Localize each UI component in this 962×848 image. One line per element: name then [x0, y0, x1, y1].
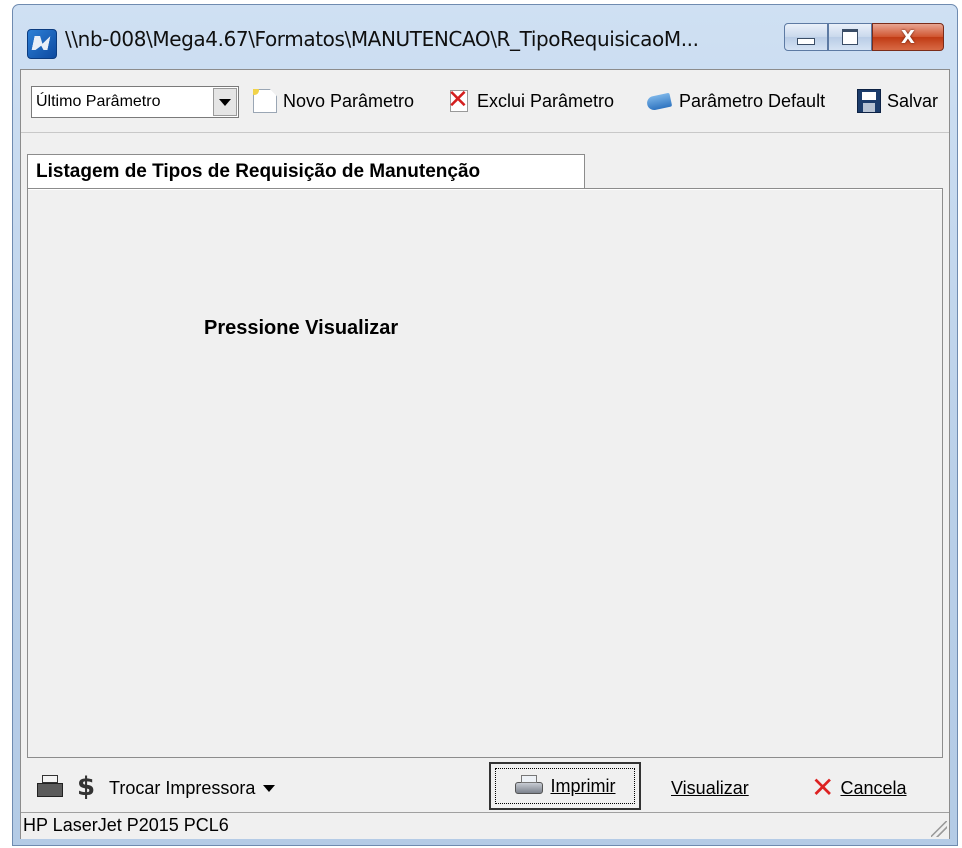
parameter-toolbar: Último Parâmetro Novo Parâmetro Exclui P…	[21, 70, 949, 133]
new-parameter-label: Novo Parâmetro	[283, 90, 415, 111]
minimize-icon	[797, 37, 815, 45]
maximize-button[interactable]	[828, 23, 872, 51]
new-document-icon	[253, 89, 277, 113]
printer-icon	[35, 775, 65, 801]
parameter-select[interactable]: Último Parâmetro	[31, 86, 239, 118]
tab-strip: Listagem de Tipos de Requisição de Manut…	[21, 132, 949, 188]
report-page: Pressione Visualizar	[27, 188, 943, 758]
floppy-disk-icon	[857, 89, 881, 113]
close-icon: X	[901, 26, 915, 48]
client-area: Último Parâmetro Novo Parâmetro Exclui P…	[20, 69, 950, 839]
preview-label: Visualizar	[671, 777, 749, 798]
delete-document-icon	[447, 85, 471, 115]
new-parameter-button[interactable]: Novo Parâmetro	[253, 86, 414, 116]
caption-buttons: X	[784, 19, 944, 51]
chevron-down-icon	[263, 784, 276, 792]
swap-printer-label: Trocar Impressora	[109, 777, 256, 798]
default-arrow-icon	[645, 89, 673, 113]
report-window: \\nb-008\Mega4.67\Formatos\MANUTENCAO\R_…	[12, 4, 958, 846]
app-logo-icon[interactable]	[27, 29, 57, 59]
parameter-select-dropdown-button[interactable]	[213, 88, 237, 116]
chevron-down-icon	[219, 98, 231, 106]
swap-printer-button[interactable]: Trocar Impressora	[77, 770, 276, 806]
status-bar: HP LaserJet P2015 PCL6	[21, 812, 949, 839]
printer-icon	[514, 775, 543, 797]
save-button[interactable]: Salvar	[857, 86, 938, 116]
cancel-x-icon: ✕	[811, 771, 835, 804]
tab-listagem-tipos-requisicao[interactable]: Listagem de Tipos de Requisição de Manut…	[27, 154, 585, 188]
printer-setup-button[interactable]	[35, 770, 73, 806]
close-button[interactable]: X	[872, 23, 944, 51]
preview-button[interactable]: Visualizar	[671, 770, 749, 806]
swap-printer-icon	[77, 772, 101, 802]
parameter-select-value: Último Parâmetro	[36, 93, 161, 110]
window-title: \\nb-008\Mega4.67\Formatos\MANUTENCAO\R_…	[65, 27, 699, 51]
printer-status-text: HP LaserJet P2015 PCL6	[23, 815, 229, 835]
resize-grip-icon[interactable]	[931, 821, 947, 837]
tab-page-divider	[28, 189, 942, 190]
minimize-button[interactable]	[784, 23, 828, 51]
action-bar: Trocar Impressora Imprimir Visualizar ✕ …	[21, 760, 949, 812]
print-button[interactable]: Imprimir	[489, 762, 641, 810]
delete-parameter-label: Exclui Parâmetro	[477, 90, 615, 111]
default-parameter-label: Parâmetro Default	[679, 90, 826, 111]
default-parameter-button[interactable]: Parâmetro Default	[645, 86, 825, 116]
maximize-icon	[842, 29, 858, 45]
delete-parameter-button[interactable]: Exclui Parâmetro	[447, 85, 615, 116]
cancel-label: Cancela	[840, 777, 907, 798]
save-label: Salvar	[887, 90, 939, 111]
preview-hint-text: Pressione Visualizar	[204, 317, 399, 339]
cancel-button[interactable]: ✕ Cancela	[811, 770, 907, 806]
